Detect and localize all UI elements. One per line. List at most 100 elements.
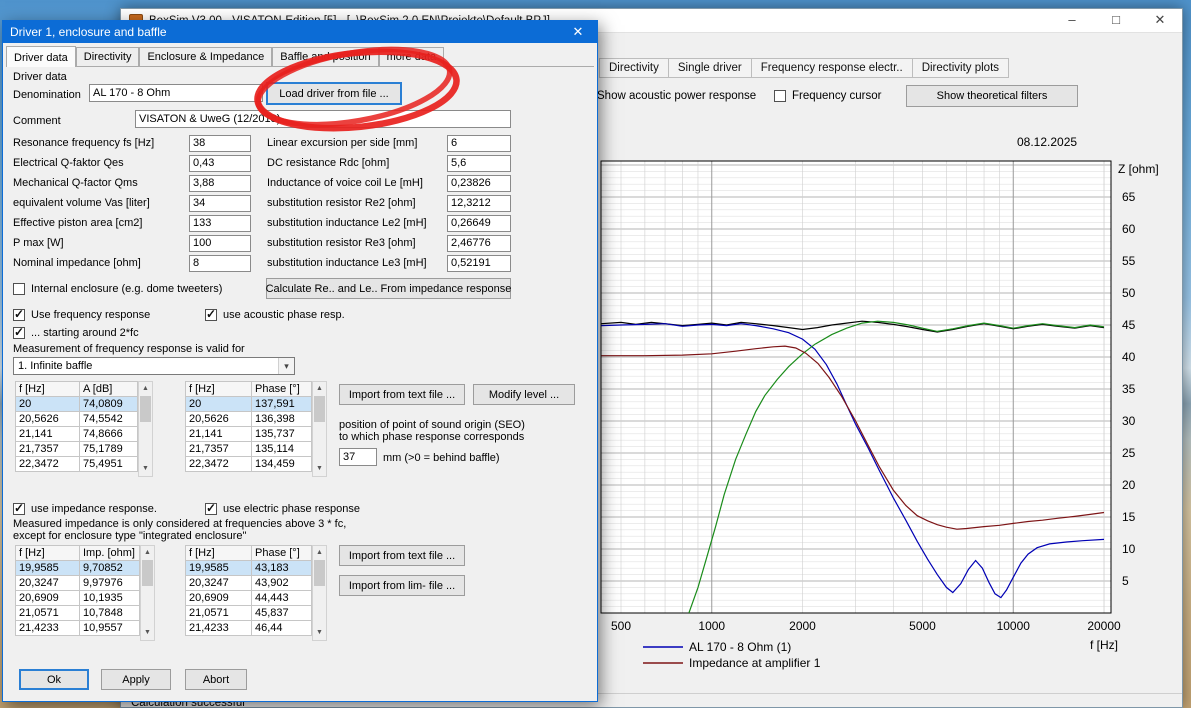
scroll-down-icon[interactable]: ▼ [139, 462, 152, 476]
param-input[interactable] [447, 234, 511, 252]
table-cell[interactable]: 21,4233 [185, 620, 252, 636]
close-icon[interactable]: ✕ [1138, 9, 1182, 33]
table-cell[interactable]: 20,6909 [185, 590, 252, 606]
table-cell[interactable]: 75,4951 [79, 456, 138, 472]
comment-input[interactable] [135, 110, 511, 128]
internal-enclosure-checkbox[interactable] [13, 283, 25, 295]
table-cell[interactable]: 20,3247 [15, 575, 80, 591]
scroll-up-icon[interactable]: ▲ [313, 546, 326, 560]
abort-button[interactable]: Abort [185, 669, 247, 690]
table-cell[interactable]: 20,3247 [185, 575, 252, 591]
table-cell[interactable]: 19,9585 [185, 560, 252, 576]
param-input[interactable] [189, 214, 251, 232]
param-input[interactable] [189, 194, 251, 212]
seo-distance-input[interactable] [339, 448, 377, 466]
table-row[interactable]: 20,3247 9,97976 [15, 575, 140, 591]
table-cell[interactable]: 22,3472 [15, 456, 80, 472]
use-electric-phase-checkbox[interactable] [205, 501, 217, 515]
use-acoustic-phase-checkbox[interactable] [205, 307, 217, 321]
table-cell[interactable]: 43,183 [251, 560, 312, 576]
import-text-file-button-1[interactable]: Import from text file ... [339, 384, 465, 405]
table-row[interactable]: 19,9585 43,183 [185, 560, 312, 576]
scroll-up-icon[interactable]: ▲ [141, 546, 154, 560]
calculate-re-le-button[interactable]: Calculate Re.. and Le.. From impedance r… [266, 278, 511, 299]
tab-directivity[interactable]: Directivity [599, 58, 669, 78]
table-row[interactable]: 20,5626 74,5542 [15, 411, 138, 427]
denomination-input[interactable] [89, 84, 263, 102]
dialog-tab-enclosure-impedance[interactable]: Enclosure & Impedance [139, 47, 273, 66]
table-cell[interactable]: 10,1935 [79, 590, 140, 606]
table-row[interactable]: 21,4233 10,9557 [15, 620, 140, 636]
chevron-down-icon[interactable]: ▾ [278, 358, 294, 374]
table-row[interactable]: 21,7357 75,1789 [15, 441, 138, 457]
table-cell[interactable]: 44,443 [251, 590, 312, 606]
param-input[interactable] [447, 214, 511, 232]
scroll-thumb[interactable] [314, 396, 325, 422]
table-cell[interactable]: 21,0571 [15, 605, 80, 621]
table-cell[interactable]: 43,902 [251, 575, 312, 591]
vertical-scrollbar[interactable]: ▲ ▼ [140, 545, 155, 641]
table-cell[interactable]: 75,1789 [79, 441, 138, 457]
table-row[interactable]: 21,0571 45,837 [185, 605, 312, 621]
table-row[interactable]: 20 74,0809 [15, 396, 138, 412]
use-frequency-response-checkbox[interactable] [13, 307, 25, 321]
table-row[interactable]: 21,141 135,737 [185, 426, 312, 442]
param-input[interactable] [447, 154, 511, 172]
dialog-tab-more-data[interactable]: more data [378, 47, 445, 66]
tab-single-driver[interactable]: Single driver [668, 58, 752, 78]
table-cell[interactable]: 10,7848 [79, 605, 140, 621]
scroll-track[interactable] [139, 396, 152, 462]
param-input[interactable] [189, 154, 251, 172]
table-cell[interactable]: 135,114 [251, 441, 312, 457]
table-row[interactable]: 20 137,591 [185, 396, 312, 412]
dialog-titlebar[interactable]: Driver 1, enclosure and baffle ✕ [3, 21, 597, 43]
table-row[interactable]: 20,6909 44,443 [185, 590, 312, 606]
table-row[interactable]: 20,3247 43,902 [185, 575, 312, 591]
load-driver-from-file-button[interactable]: Load driver from file ... [266, 82, 402, 105]
scroll-track[interactable] [313, 396, 326, 462]
table-cell[interactable]: 46,44 [251, 620, 312, 636]
scroll-track[interactable] [141, 560, 154, 626]
param-input[interactable] [447, 174, 511, 192]
table-cell[interactable]: 9,70852 [79, 560, 140, 576]
tab-directivity-plots[interactable]: Directivity plots [912, 58, 1010, 78]
scroll-up-icon[interactable]: ▲ [139, 382, 152, 396]
table-row[interactable]: 20,5626 136,398 [185, 411, 312, 427]
table-cell[interactable]: 74,5542 [79, 411, 138, 427]
use-impedance-response-checkbox[interactable] [13, 501, 25, 515]
table-row[interactable]: 21,4233 46,44 [185, 620, 312, 636]
import-lim-file-button[interactable]: Import from lim- file ... [339, 575, 465, 596]
table-cell[interactable]: 21,0571 [185, 605, 252, 621]
scroll-thumb[interactable] [140, 396, 151, 422]
table-cell[interactable]: 21,141 [185, 426, 252, 442]
table-cell[interactable]: 74,0809 [79, 396, 138, 412]
table-row[interactable]: 21,7357 135,114 [185, 441, 312, 457]
table-cell[interactable]: 22,3472 [185, 456, 252, 472]
table-row[interactable]: 22,3472 134,459 [185, 456, 312, 472]
table-cell[interactable]: 136,398 [251, 411, 312, 427]
param-input[interactable] [189, 134, 251, 152]
table-cell[interactable]: 21,7357 [15, 441, 80, 457]
show-theoretical-filters-button[interactable]: Show theoretical filters [906, 85, 1078, 107]
table-row[interactable]: 20,6909 10,1935 [15, 590, 140, 606]
vertical-scrollbar[interactable]: ▲ ▼ [312, 545, 327, 641]
baffle-type-select[interactable]: 1. Infinite baffle ▾ [13, 357, 295, 375]
starting-around-2fc-checkbox[interactable] [13, 325, 25, 339]
vertical-scrollbar[interactable]: ▲ ▼ [138, 381, 153, 477]
dialog-tab-directivity[interactable]: Directivity [75, 47, 140, 66]
scroll-thumb[interactable] [142, 560, 153, 586]
table-cell[interactable]: 45,837 [251, 605, 312, 621]
table-cell[interactable]: 20,6909 [15, 590, 80, 606]
table-row[interactable]: 21,141 74,8666 [15, 426, 138, 442]
apply-button[interactable]: Apply [101, 669, 171, 690]
tab-frequency-response-electr[interactable]: Frequency response electr.. [751, 58, 913, 78]
table-cell[interactable]: 9,97976 [79, 575, 140, 591]
table-row[interactable]: 21,0571 10,7848 [15, 605, 140, 621]
scroll-thumb[interactable] [314, 560, 325, 586]
table-cell[interactable]: 20,5626 [185, 411, 252, 427]
table-row[interactable]: 22,3472 75,4951 [15, 456, 138, 472]
param-input[interactable] [447, 194, 511, 212]
scroll-up-icon[interactable]: ▲ [313, 382, 326, 396]
scroll-down-icon[interactable]: ▼ [141, 626, 154, 640]
dialog-tab-driver-data[interactable]: Driver data [6, 46, 76, 67]
